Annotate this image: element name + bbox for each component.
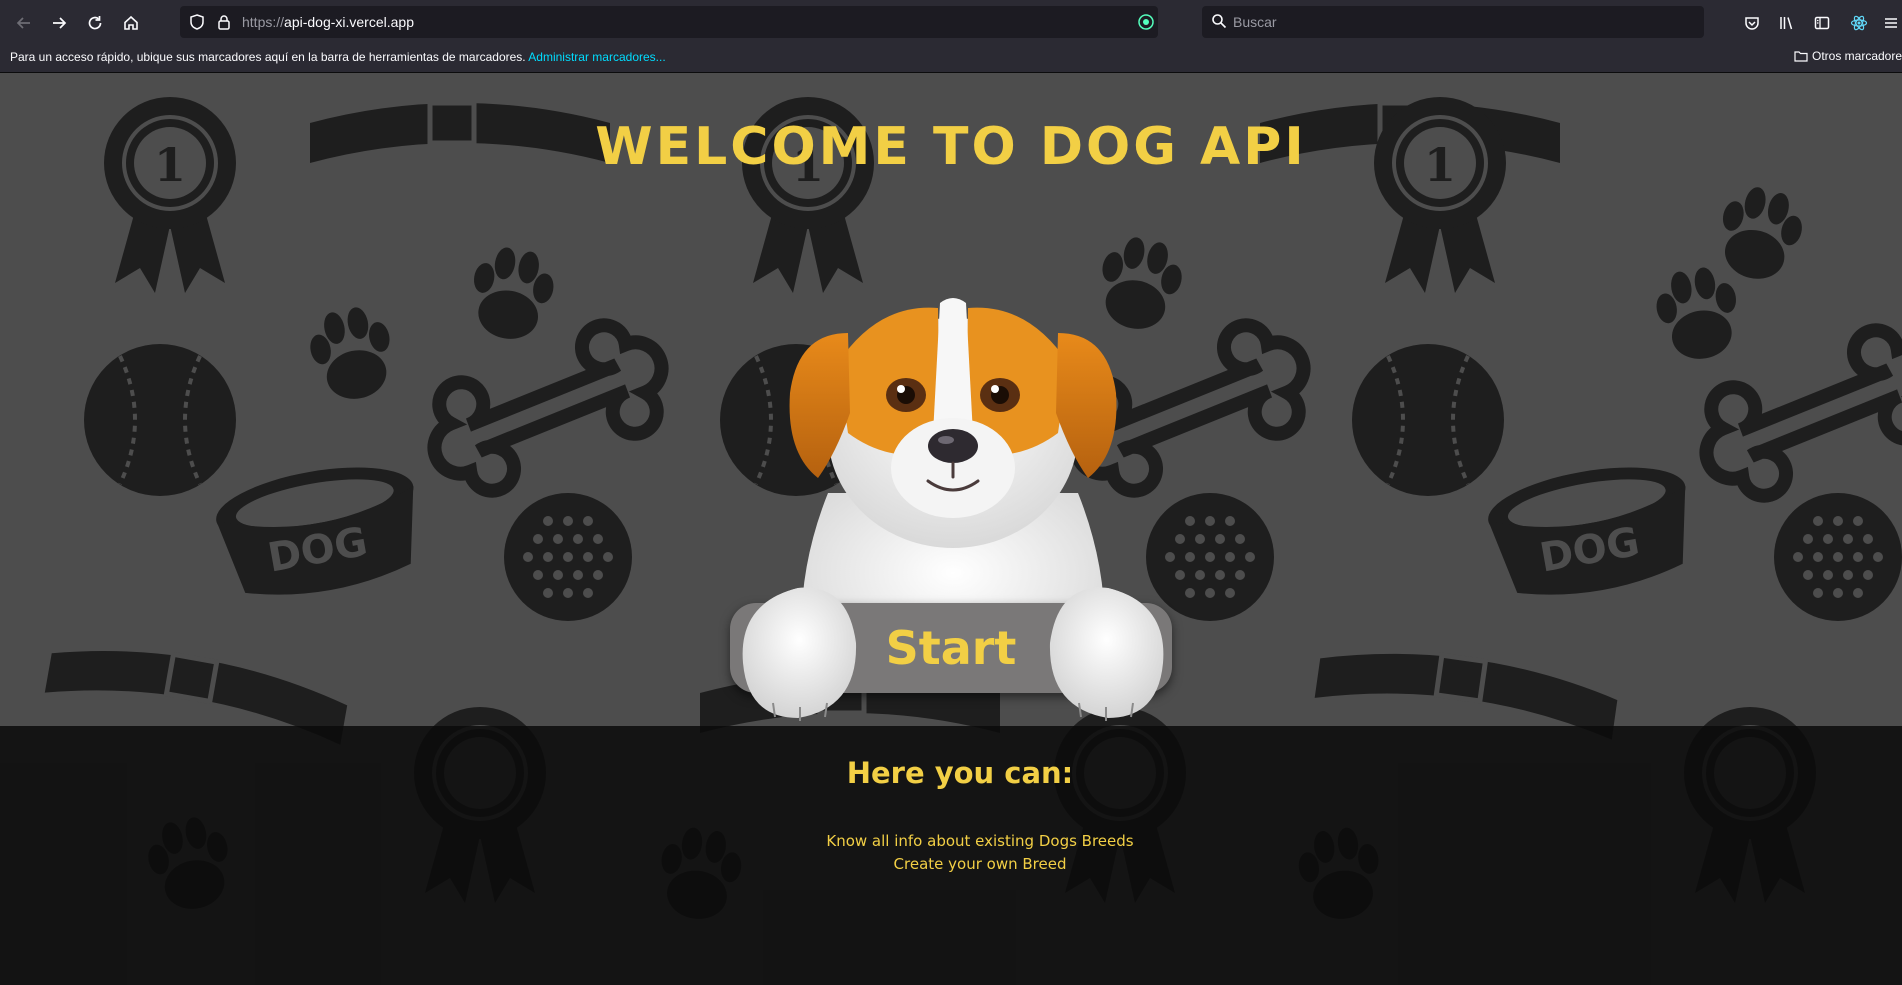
features-list: Know all info about existing Dogs Breeds… bbox=[0, 830, 1902, 876]
react-devtools-button[interactable] bbox=[1845, 9, 1873, 37]
search-icon bbox=[1211, 13, 1227, 33]
page-title: WELCOME TO DOG API bbox=[595, 117, 1307, 177]
tracking-status-icon[interactable] bbox=[1138, 14, 1154, 34]
library-button[interactable] bbox=[1773, 9, 1801, 37]
feature-item: Create your own Breed bbox=[893, 855, 1067, 873]
other-bookmarks-folder[interactable]: Otros marcadores bbox=[1794, 49, 1902, 63]
url-text[interactable]: https://api-dog-xi.vercel.app bbox=[242, 14, 414, 30]
arrow-right-icon bbox=[53, 17, 67, 29]
lock-icon[interactable] bbox=[215, 13, 233, 35]
home-button[interactable] bbox=[117, 9, 145, 37]
hamburger-menu-icon bbox=[1884, 18, 1897, 28]
features-heading: Here you can: bbox=[846, 756, 1074, 790]
bookmarks-toolbar: Para un acceso rápido, ubique sus marcad… bbox=[0, 44, 1902, 73]
start-button[interactable]: Start bbox=[730, 603, 1172, 693]
bookmarks-hint: Para un acceso rápido, ubique sus marcad… bbox=[10, 50, 666, 64]
react-icon bbox=[1850, 15, 1868, 31]
url-scheme: https:// bbox=[242, 14, 285, 30]
reload-button[interactable] bbox=[81, 9, 109, 37]
back-button[interactable] bbox=[10, 9, 38, 37]
pocket-icon bbox=[1745, 17, 1759, 30]
other-bookmarks-label: Otros marcadores bbox=[1812, 49, 1902, 63]
menu-button[interactable] bbox=[1879, 9, 1902, 37]
folder-icon bbox=[1794, 51, 1808, 62]
search-bar[interactable]: Buscar bbox=[1202, 6, 1704, 38]
bookmarks-hint-text: Para un acceso rápido, ubique sus marcad… bbox=[10, 50, 526, 64]
manage-bookmarks-link[interactable]: Administrar marcadores... bbox=[528, 50, 665, 64]
browser-toolbar: https://api-dog-xi.vercel.app Buscar bbox=[0, 0, 1902, 44]
home-icon bbox=[124, 15, 138, 30]
pocket-button[interactable] bbox=[1738, 9, 1766, 37]
library-icon bbox=[1780, 17, 1793, 30]
search-placeholder: Buscar bbox=[1233, 14, 1277, 30]
url-host: api-dog-xi.vercel.app bbox=[284, 14, 414, 30]
arrow-left-icon bbox=[16, 17, 30, 29]
address-bar[interactable]: https://api-dog-xi.vercel.app bbox=[180, 6, 1329, 38]
landing-page: DOG DOG 1 1 1 WELCOME TO DOG API Start H… bbox=[0, 73, 1902, 985]
forward-button[interactable] bbox=[45, 9, 73, 37]
tracking-shield-icon[interactable] bbox=[188, 13, 206, 35]
reload-icon bbox=[88, 16, 102, 30]
sidebar-icon bbox=[1814, 16, 1830, 30]
sidebar-button[interactable] bbox=[1808, 9, 1836, 37]
features-panel: Here you can: Know all info about existi… bbox=[0, 726, 1902, 985]
feature-item: Know all info about existing Dogs Breeds bbox=[826, 832, 1134, 850]
